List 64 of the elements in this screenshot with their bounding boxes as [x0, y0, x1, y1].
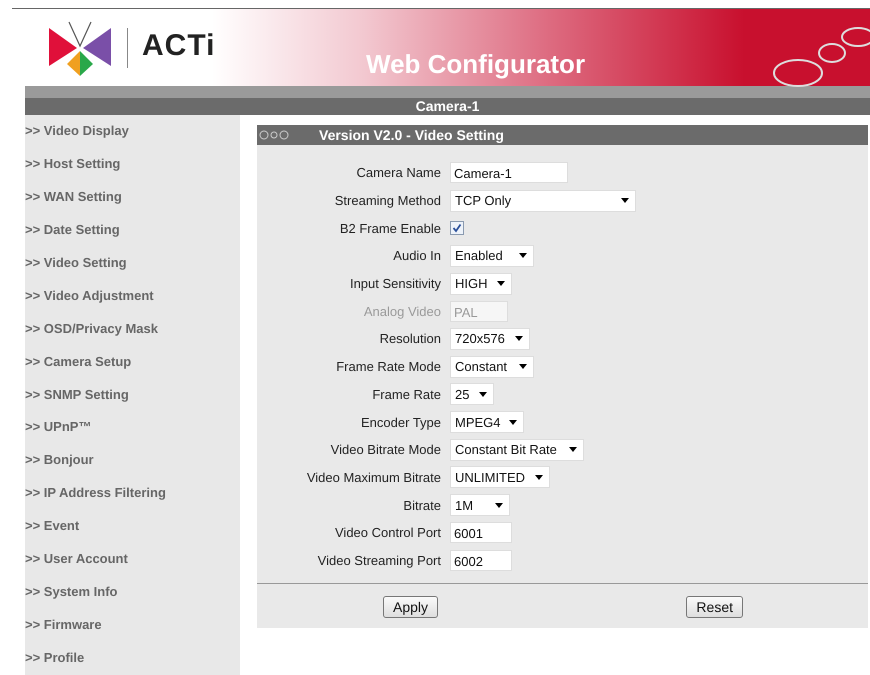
checkbox[interactable]: [450, 221, 464, 236]
caret-icon: [621, 198, 629, 204]
app-title: Web Configurator: [366, 49, 586, 80]
field-label: Video Control Port: [334, 525, 441, 540]
caret-icon: [497, 281, 505, 286]
dropdown[interactable]: Constant: [450, 356, 534, 378]
field-label: Video Bitrate Mode: [330, 442, 441, 458]
dropdown[interactable]: 720x576: [450, 328, 530, 350]
brand-name: ACTi: [142, 28, 216, 62]
caret-icon: [495, 502, 503, 508]
input-field[interactable]: 6001: [450, 522, 512, 544]
caret-icon: [519, 253, 527, 258]
caret-icon: [535, 474, 543, 480]
sidebar-item[interactable]: >> System Info: [25, 582, 240, 616]
field-label: Bitrate: [402, 498, 441, 513]
sidebar-item[interactable]: >> IP Address Filtering: [25, 483, 240, 516]
sidebar-item[interactable]: >> Profile: [25, 648, 240, 675]
caret-icon: [479, 392, 487, 397]
dropdown[interactable]: TCP Only: [450, 190, 636, 212]
rings-icon: [259, 129, 289, 141]
field-label: Streaming Method: [334, 193, 441, 208]
caret-icon: [509, 420, 517, 425]
sidebar-item[interactable]: >> Firmware: [25, 615, 240, 648]
sidebar-item[interactable]: >> Video Adjustment: [25, 286, 240, 319]
dropdown[interactable]: Constant Bit Rate: [450, 438, 584, 461]
sidebar-item[interactable]: >> Camera Setup: [25, 352, 240, 384]
field-label: Encoder Type: [360, 414, 441, 430]
sidebar-item[interactable]: >> Bonjour: [25, 450, 240, 484]
field-label: Audio In: [392, 248, 441, 264]
device-name: Camera-1: [416, 98, 480, 114]
caret-icon: [515, 336, 523, 342]
dropdown[interactable]: MPEG4: [450, 411, 524, 434]
sidebar-item[interactable]: >> Video Setting: [25, 252, 240, 286]
reset-button[interactable]: Reset: [686, 596, 743, 618]
field-label: Frame Rate: [371, 386, 441, 402]
field-label: Resolution: [378, 331, 441, 346]
input-field[interactable]: 6002: [450, 550, 512, 571]
caret-icon: [519, 364, 527, 370]
dropdown[interactable]: Enabled: [450, 244, 534, 267]
caret-icon: [569, 447, 577, 452]
dropdown[interactable]: UNLIMITED: [450, 466, 550, 488]
dropdown[interactable]: 25: [450, 383, 494, 406]
field-label: Video Maximum Bitrate: [306, 470, 441, 485]
sidebar-item[interactable]: >> User Account: [25, 549, 240, 582]
sidebar-item[interactable]: >> Host Setting: [25, 154, 240, 187]
dropdown[interactable]: 1M: [450, 494, 510, 516]
sidebar-item[interactable]: >> WAN Setting: [25, 186, 240, 220]
sidebar-item[interactable]: >> UPnP™: [25, 417, 240, 450]
field-label: Frame Rate Mode: [335, 359, 441, 374]
field-label: Analog Video: [362, 304, 441, 319]
sidebar-item[interactable]: >> SNMP Setting: [25, 384, 240, 418]
sidebar-item[interactable]: >> Video Display: [25, 121, 240, 154]
apply-button[interactable]: Apply: [383, 596, 438, 618]
dropdown[interactable]: HIGH: [450, 272, 512, 295]
field-label: Video Streaming Port: [316, 552, 441, 568]
logo-icon: [47, 20, 113, 76]
input-field[interactable]: Camera-1: [450, 162, 568, 184]
sidebar-item[interactable]: >> Event: [25, 516, 240, 550]
field-label: Input Sensitivity: [348, 276, 441, 292]
field-label: B2 Frame Enable: [338, 220, 441, 236]
sidebar-item[interactable]: >> Date Setting: [25, 220, 240, 253]
sidebar-item[interactable]: >> OSD/Privacy Mask: [25, 318, 240, 352]
field-label: Camera Name: [355, 165, 441, 180]
panel-title: Version V2.0 - Video Setting: [319, 127, 504, 143]
